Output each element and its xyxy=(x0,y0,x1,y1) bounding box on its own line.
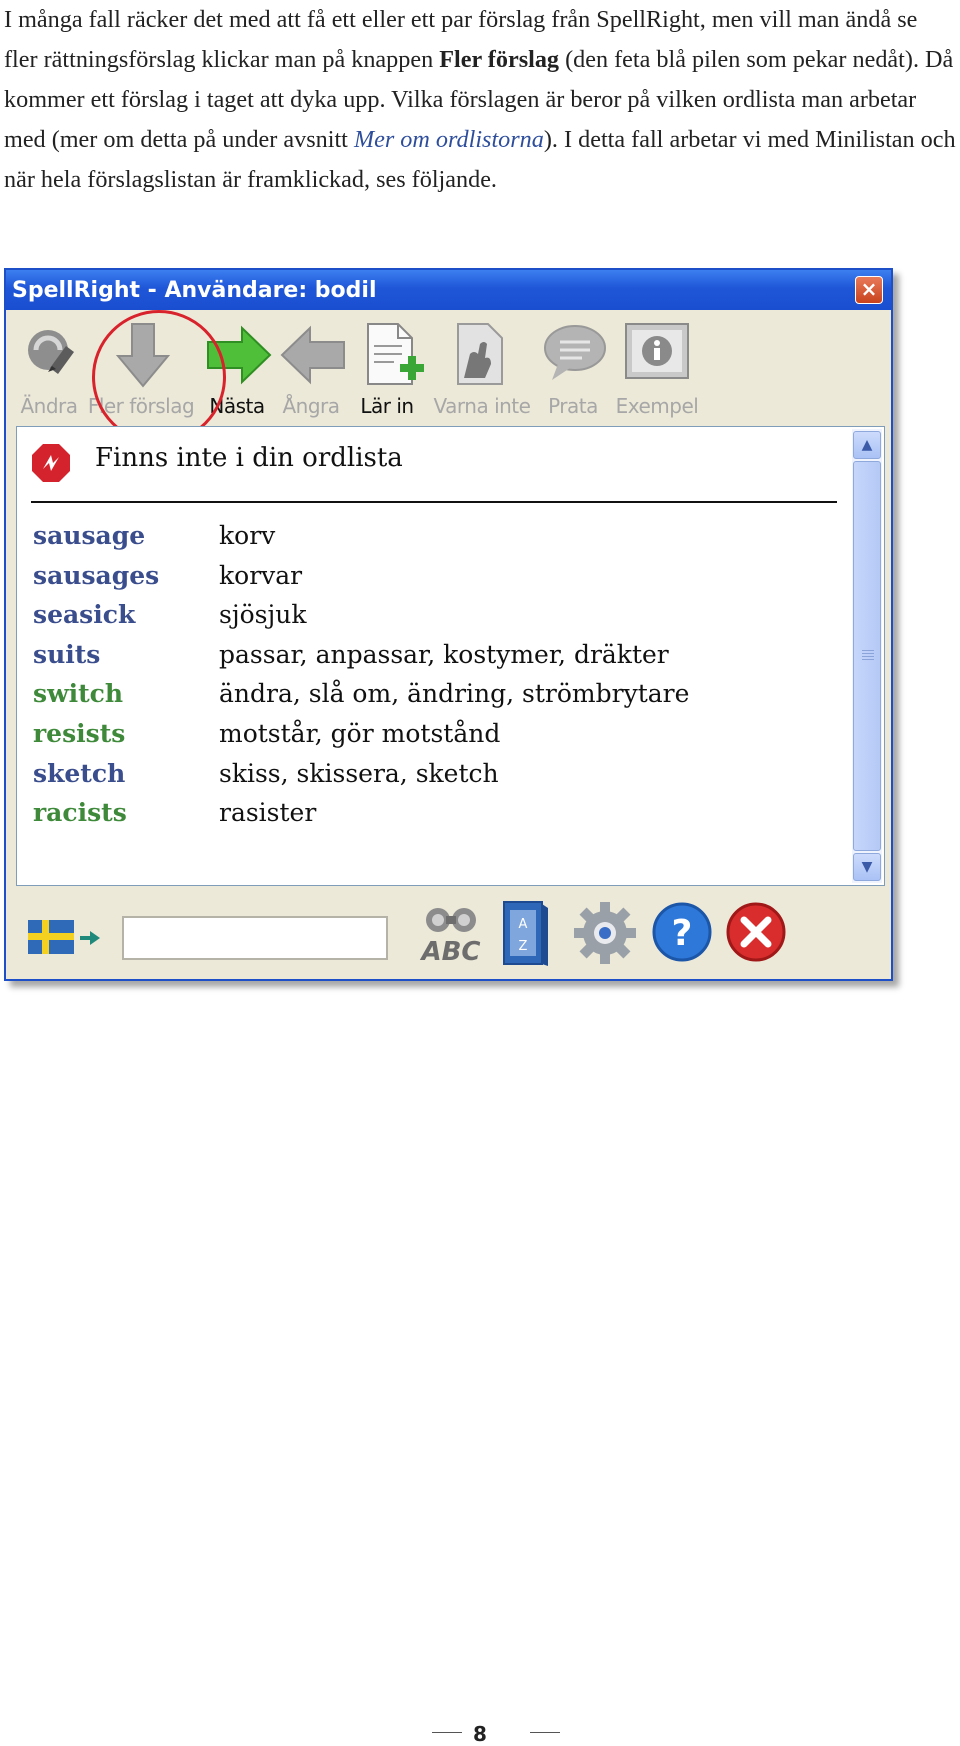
suggestion-word[interactable]: racists xyxy=(33,798,127,827)
suggestion-translation: ändra, slå om, ändring, strömbrytare xyxy=(219,679,690,709)
bottom-bar: ABC A Z ? xyxy=(6,896,891,976)
scroll-thumb[interactable] xyxy=(853,461,881,851)
suggestion-word[interactable]: seasick xyxy=(33,600,135,629)
close-button[interactable]: × xyxy=(855,276,883,304)
help-icon[interactable]: ? xyxy=(650,900,714,964)
scroll-up-icon[interactable]: ▲ xyxy=(853,431,881,459)
toolbar-label: Ändra xyxy=(20,394,78,418)
svg-text:?: ? xyxy=(672,913,693,954)
suggestion-word[interactable]: suits xyxy=(33,640,100,669)
toolbar-button-angra[interactable]: Ångra xyxy=(276,312,346,422)
toolbar-button-exempel[interactable]: Exempel xyxy=(612,312,702,422)
scroll-down-icon[interactable]: ▼ xyxy=(853,853,881,881)
not-in-list-heading: Finns inte i din ordlista xyxy=(95,443,403,473)
suggestion-word[interactable]: sketch xyxy=(33,759,125,788)
title-bar: SpellRight - Användare: bodil × xyxy=(6,270,891,310)
warning-icon xyxy=(32,444,70,482)
edit-icon xyxy=(28,330,74,374)
suggestion-translation: passar, anpassar, kostymer, dräkter xyxy=(219,639,669,669)
search-input[interactable] xyxy=(122,916,388,960)
suggestion-translation: korvar xyxy=(219,560,303,590)
suggestion-translation: motstår, gör motstånd xyxy=(219,719,501,748)
toolbar-button-prata[interactable]: Prata xyxy=(538,312,608,422)
suggestion-translation: sjösjuk xyxy=(219,600,307,630)
window-title: SpellRight - Användare: bodil xyxy=(12,278,377,303)
dictionary-book-icon[interactable]: A Z xyxy=(496,898,554,968)
toolbar-label: Ångra xyxy=(282,394,340,418)
settings-gear-icon[interactable] xyxy=(572,900,638,966)
suggestion-word[interactable]: sausages xyxy=(33,561,159,590)
close-app-icon[interactable] xyxy=(724,900,788,964)
binoculars-icon[interactable]: ABC xyxy=(418,900,488,970)
section-reference: Mer om ordlistorna xyxy=(353,126,544,153)
suggestion-word[interactable]: switch xyxy=(33,679,123,708)
swedish-flag-icon[interactable] xyxy=(28,920,102,956)
suggestion-word[interactable]: sausage xyxy=(33,521,145,550)
highlight-circle xyxy=(92,310,226,444)
grip-icon xyxy=(862,650,874,662)
toolbar-label: Varna inte xyxy=(433,394,531,418)
document-hand-icon xyxy=(457,323,503,385)
svg-text:ABC: ABC xyxy=(419,937,480,967)
fler-forslag-term: Fler förslag xyxy=(439,46,560,73)
toolbar-button-varna-inte[interactable]: Varna inte xyxy=(430,312,534,422)
page-number: 8 xyxy=(473,1722,487,1746)
suggestion-translation: skiss, skissera, sketch xyxy=(219,758,499,788)
divider xyxy=(31,501,837,503)
toolbar-label: Exempel xyxy=(615,394,699,418)
intro-paragraph: I många fall räcker det med att få ett e… xyxy=(4,6,956,193)
toolbar-button-andra[interactable]: Ändra xyxy=(14,312,84,422)
info-icon xyxy=(625,323,689,379)
document-add-icon xyxy=(367,323,424,385)
svg-text:Z: Z xyxy=(519,939,528,954)
page-number-dash-right xyxy=(530,1732,560,1733)
speech-bubble-icon xyxy=(544,325,606,380)
suggestion-panel: Finns inte i din ordlista sausage korv sau… xyxy=(16,426,885,886)
toolbar-label: Lär in xyxy=(360,394,414,418)
spellright-window: SpellRight - Användare: bodil × Ändra Fl… xyxy=(4,268,893,981)
suggestion-translation: rasister xyxy=(219,798,317,828)
suggestion-word[interactable]: resists xyxy=(33,719,125,748)
vertical-scrollbar[interactable]: ▲ ▼ xyxy=(852,429,882,883)
toolbar-button-lar-in[interactable]: Lär in xyxy=(352,312,424,422)
svg-text:A: A xyxy=(519,917,528,932)
toolbar-label: Prata xyxy=(548,394,598,418)
suggestion-translation: korv xyxy=(219,521,276,550)
arrow-left-icon xyxy=(280,325,345,385)
